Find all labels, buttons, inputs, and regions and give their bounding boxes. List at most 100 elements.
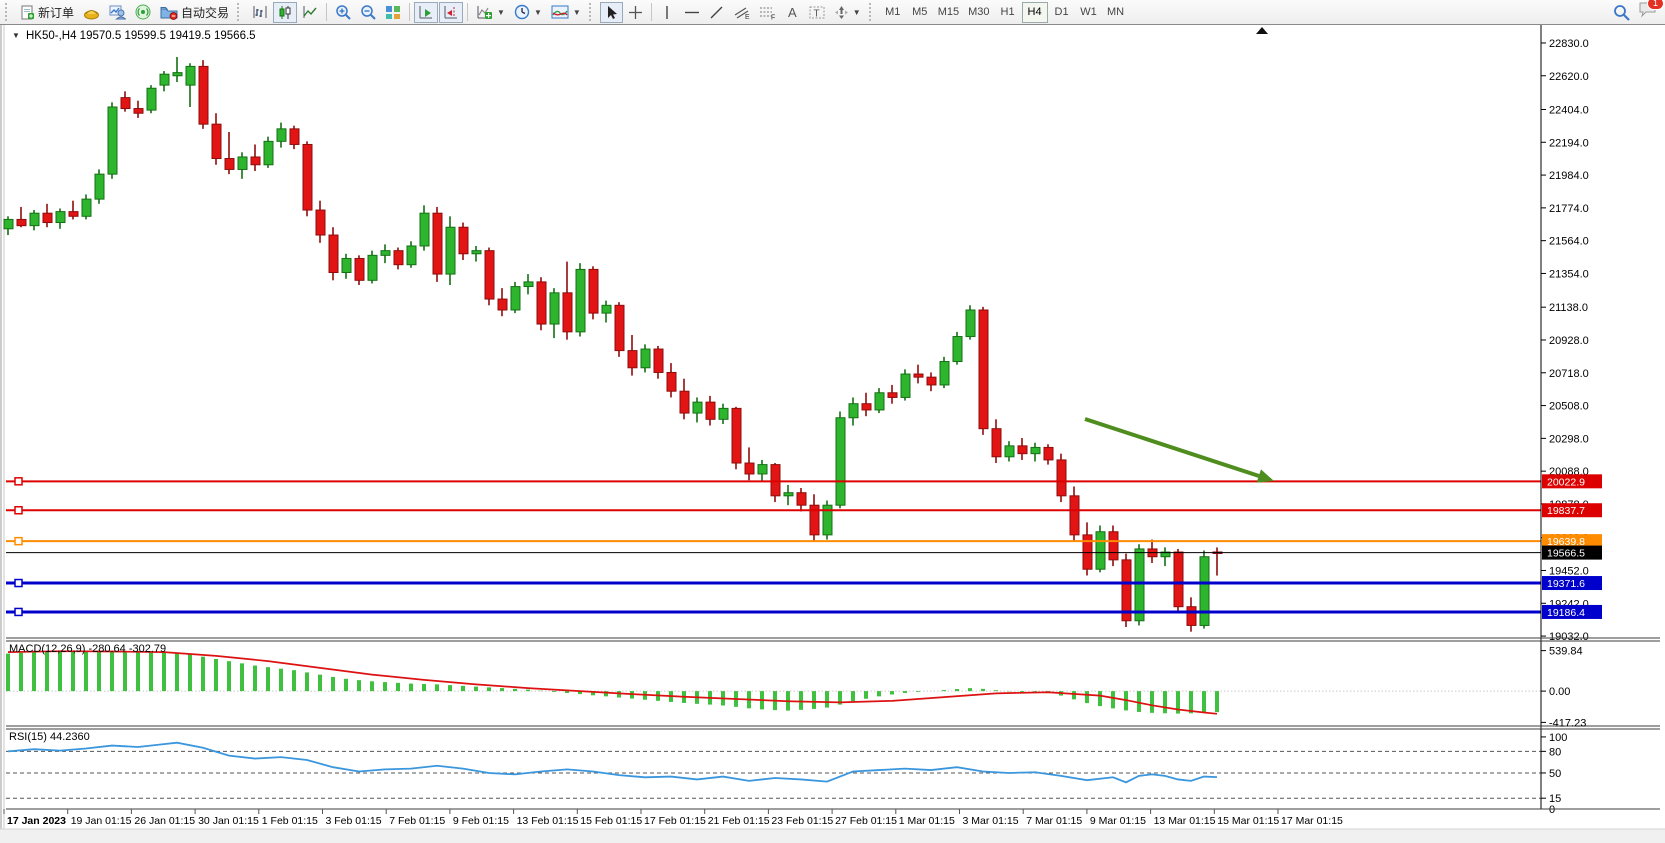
time-tick-label: 17 Feb 01:15 [644, 815, 706, 827]
price-tick-label: 20298.0 [1549, 433, 1589, 445]
candle [602, 305, 611, 313]
line-handle[interactable] [15, 478, 22, 485]
bars-chart-button[interactable] [248, 2, 272, 23]
horizontal-line-button[interactable] [680, 2, 704, 23]
line-handle[interactable] [15, 608, 22, 615]
add-indicator-button[interactable]: ▼ [472, 2, 509, 23]
candlestick-chart-button[interactable] [273, 2, 297, 23]
auto-scroll-icon [418, 5, 434, 20]
timeframe-m30[interactable]: M30 [964, 2, 993, 23]
cursor-button[interactable] [600, 2, 623, 23]
text-button[interactable]: A [781, 2, 804, 23]
time-tick-label: 3 Mar 01:15 [963, 815, 1019, 827]
timeframe-d1[interactable]: D1 [1049, 2, 1075, 23]
candle [888, 393, 897, 398]
zoom-in-button[interactable] [331, 2, 355, 23]
price-line-label: 19837.7 [1547, 505, 1585, 517]
candle [303, 144, 312, 210]
time-tick-label: 9 Mar 01:15 [1090, 815, 1146, 827]
chevron-down-icon: ▼ [573, 8, 581, 17]
tile-windows-button[interactable] [381, 2, 405, 23]
arrow-tools-button[interactable]: ▼ [830, 2, 865, 23]
price-line-label: 19566.5 [1547, 548, 1585, 560]
rsi-tick-label: 50 [1549, 768, 1561, 780]
candle [459, 227, 468, 254]
candle [56, 212, 65, 223]
line-handle[interactable] [15, 507, 22, 514]
candle [446, 227, 455, 274]
price-tick-label: 21354.0 [1549, 268, 1589, 280]
crosshair-button[interactable] [624, 2, 647, 23]
candle [381, 251, 390, 256]
toolbar-grip[interactable] [5, 3, 12, 21]
candle [43, 213, 52, 222]
mt4-window: { "toolbar": { "new_order_label": "新订单",… [0, 0, 1665, 843]
auto-trading-button[interactable]: 自动交易 [156, 2, 233, 23]
candle [875, 393, 884, 410]
notifications-button[interactable]: 1 [1638, 1, 1657, 23]
text-label-button[interactable]: T [805, 2, 829, 23]
timeframe-mn[interactable]: MN [1103, 2, 1129, 23]
candle [264, 141, 273, 164]
candle [771, 465, 780, 496]
new-order-button[interactable]: 新订单 [16, 2, 78, 23]
macd-tick-label: 0.00 [1549, 686, 1570, 698]
fibonacci-button[interactable]: F [755, 2, 780, 23]
auto-trading-label: 自动交易 [181, 4, 229, 21]
candle [498, 299, 507, 310]
periods-button[interactable]: ▼ [510, 2, 546, 23]
macd-label: MACD(12,26,9) -280.64 -302.79 [9, 643, 166, 655]
time-tick-label: 26 Jan 01:15 [134, 815, 195, 827]
candle [4, 219, 13, 228]
candle [1005, 446, 1014, 457]
add-indicator-icon [476, 5, 493, 20]
candle [615, 305, 624, 350]
timeframe-h1[interactable]: H1 [995, 2, 1021, 23]
user-chart-button[interactable] [105, 2, 130, 23]
candle [511, 287, 520, 310]
template-icon [551, 5, 569, 20]
chart-background [0, 25, 1665, 843]
zoom-out-button[interactable] [356, 2, 380, 23]
toolbar-grip[interactable] [589, 3, 596, 21]
candle [134, 109, 143, 114]
candle [17, 219, 26, 225]
candle [290, 129, 299, 145]
line-chart-button[interactable] [298, 2, 322, 23]
timeframe-w1[interactable]: W1 [1076, 2, 1102, 23]
timeframe-m5[interactable]: M5 [907, 2, 933, 23]
price-tick-label: 20928.0 [1549, 335, 1589, 347]
time-tick-label: 15 Mar 01:15 [1217, 815, 1279, 827]
chart-canvas[interactable]: 22830.022620.022404.022194.021984.021774… [0, 25, 1665, 843]
timeframe-m1[interactable]: M1 [880, 2, 906, 23]
candle [147, 88, 156, 110]
line-handle[interactable] [15, 538, 22, 545]
timeframe-h4[interactable]: H4 [1022, 2, 1048, 23]
gold-ingot-button[interactable] [79, 2, 104, 23]
price-tick-label: 19452.0 [1549, 565, 1589, 577]
chart-shift-button[interactable] [439, 2, 463, 23]
candle [121, 98, 130, 109]
time-tick-label: 23 Feb 01:15 [771, 815, 833, 827]
document-icon [20, 5, 35, 20]
time-tick-label: 1 Feb 01:15 [262, 815, 318, 827]
search-icon[interactable] [1613, 4, 1630, 21]
templates-button[interactable]: ▼ [547, 2, 585, 23]
candle [927, 377, 936, 385]
candle [329, 235, 338, 272]
price-tick-label: 22194.0 [1549, 137, 1589, 149]
price-tick-label: 21984.0 [1549, 170, 1589, 182]
toolbar-grip[interactable] [869, 3, 876, 21]
signal-button[interactable] [131, 2, 155, 23]
line-handle[interactable] [15, 580, 22, 587]
candle [589, 269, 598, 313]
timeframe-m15[interactable]: M15 [934, 2, 963, 23]
auto-scroll-button[interactable] [414, 2, 438, 23]
trendline-button[interactable] [705, 2, 728, 23]
price-tick-label: 22404.0 [1549, 104, 1589, 116]
candle [524, 282, 533, 287]
vertical-line-button[interactable] [656, 2, 679, 23]
toolbar-grip[interactable] [237, 3, 244, 21]
equidistant-channel-button[interactable]: E [729, 2, 754, 23]
time-tick-label: 7 Mar 01:15 [1026, 815, 1082, 827]
